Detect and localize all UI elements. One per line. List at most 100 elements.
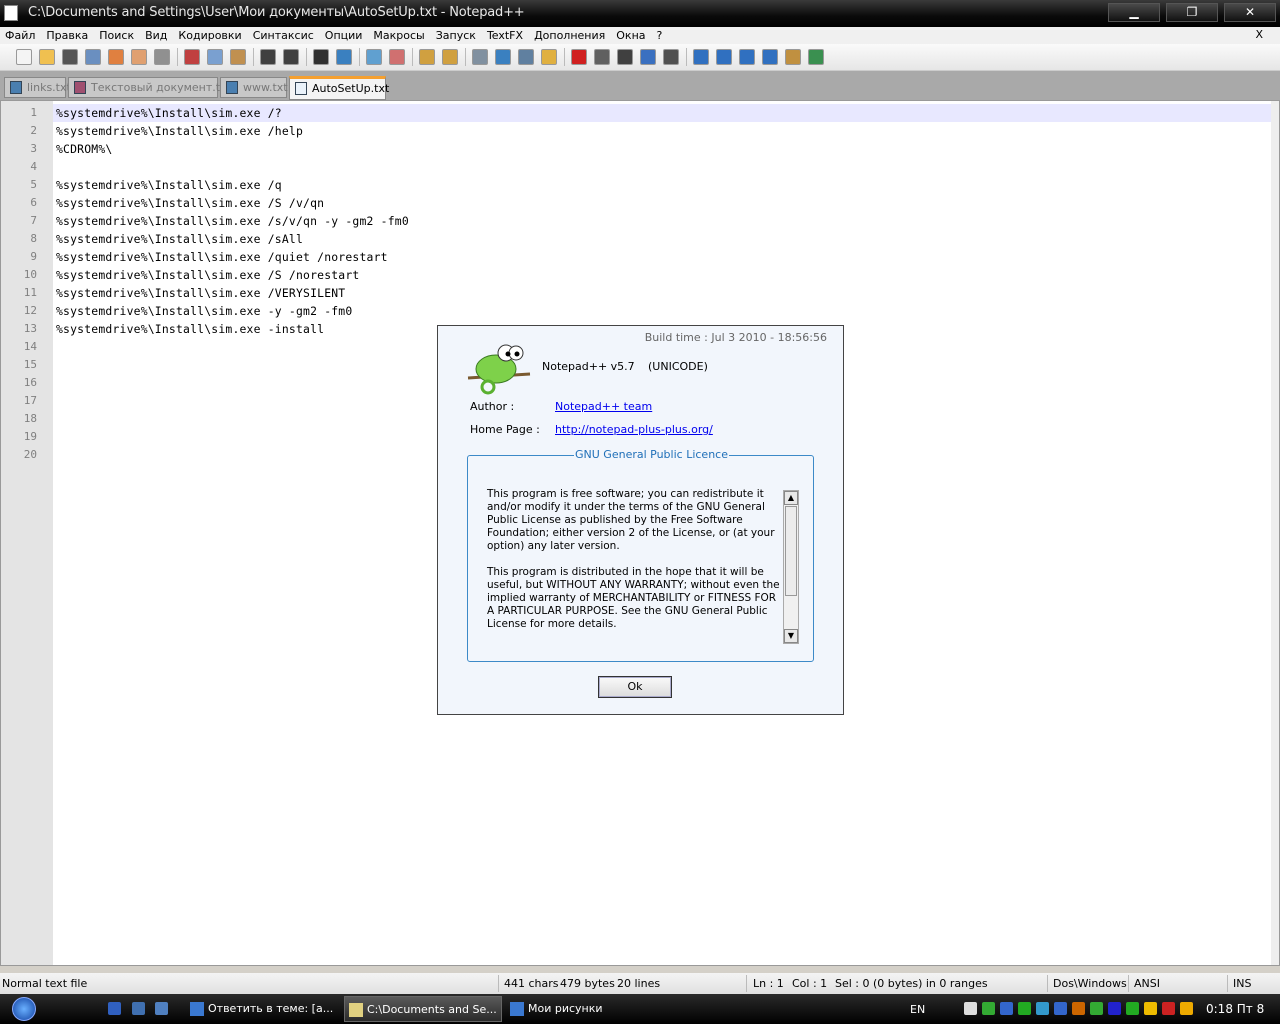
indent-guide-icon[interactable] (518, 49, 534, 65)
code-line[interactable]: %systemdrive%\Install\sim.exe /s/v/qn -y… (56, 212, 409, 230)
menu-run[interactable]: Запуск (436, 29, 476, 42)
code-line[interactable]: %CDROM%\ (56, 140, 112, 158)
replace-icon[interactable] (336, 49, 352, 65)
code-line[interactable]: %systemdrive%\Install\sim.exe /q (56, 176, 282, 194)
tab-www[interactable]: www.txt (220, 77, 288, 98)
code-line[interactable]: %systemdrive%\Install\sim.exe /S /v/qn (56, 194, 324, 212)
scroll-up-icon[interactable]: ▲ (784, 491, 798, 505)
tray-icon[interactable] (982, 1002, 995, 1015)
task-notepad[interactable]: C:\Documents and Se... (344, 996, 502, 1022)
menu-macro[interactable]: Макросы (373, 29, 424, 42)
find-icon[interactable] (313, 49, 329, 65)
menu-settings[interactable]: Опции (325, 29, 363, 42)
task-reply-topic[interactable]: Ответить в теме: [a... (186, 996, 338, 1022)
title-bar[interactable]: C:\Documents and Settings\User\Мои докум… (0, 0, 1280, 27)
tray-icon[interactable] (1000, 1002, 1013, 1015)
scroll-down-icon[interactable]: ▼ (784, 629, 798, 643)
language-indicator[interactable]: EN (910, 1003, 925, 1016)
undo-icon[interactable] (260, 49, 276, 65)
license-textarea[interactable]: This program is free software; you can r… (481, 488, 799, 645)
line-number: 10 (23, 268, 37, 281)
task-my-pictures[interactable]: Мои рисунки (506, 996, 656, 1022)
show-all-chars-icon[interactable] (495, 49, 511, 65)
play-macro-icon[interactable] (617, 49, 633, 65)
cut-icon[interactable] (184, 49, 200, 65)
menu-encoding[interactable]: Кодировки (178, 29, 241, 42)
tray-icon[interactable] (1108, 1002, 1121, 1015)
menu-file[interactable]: Файл (5, 29, 35, 42)
record-macro-icon[interactable] (571, 49, 587, 65)
code-line[interactable]: %systemdrive%\Install\sim.exe /S /norest… (56, 266, 359, 284)
code-line[interactable]: %systemdrive%\Install\sim.exe -y -gm2 -f… (56, 302, 352, 320)
homepage-link[interactable]: http://notepad-plus-plus.org/ (555, 423, 713, 436)
next-icon[interactable] (739, 49, 755, 65)
redo-icon[interactable] (283, 49, 299, 65)
tab-text-document[interactable]: Текстовый документ.txt (68, 77, 231, 98)
save-macro-icon[interactable] (663, 49, 679, 65)
close-button[interactable]: ✕ (1224, 3, 1276, 22)
quicklaunch-desktop-icon[interactable] (155, 1002, 168, 1015)
tab-links[interactable]: links.txt (4, 77, 71, 98)
menu-plugins[interactable]: Дополнения (534, 29, 605, 42)
print-icon[interactable] (154, 49, 170, 65)
tab-autosetup[interactable]: AutoSetUp.txt (289, 76, 389, 100)
spellcheck-icon[interactable] (808, 49, 824, 65)
tray-icon[interactable] (1036, 1002, 1049, 1015)
quicklaunch-save-icon[interactable] (108, 1002, 121, 1015)
unfold-all-icon[interactable] (762, 49, 778, 65)
menu-help[interactable]: ? (657, 29, 663, 42)
tray-icon[interactable] (1090, 1002, 1103, 1015)
sync-horizontal-icon[interactable] (442, 49, 458, 65)
license-scrollbar[interactable]: ▲ ▼ (783, 490, 799, 644)
new-file-icon[interactable] (16, 49, 32, 65)
menu-edit[interactable]: Правка (46, 29, 88, 42)
ok-button[interactable]: Ok (598, 676, 672, 698)
close-document-button[interactable]: X (1255, 28, 1263, 41)
start-button[interactable] (12, 997, 36, 1021)
open-file-icon[interactable] (39, 49, 55, 65)
code-line[interactable]: %systemdrive%\Install\sim.exe /VERYSILEN… (56, 284, 345, 302)
zoom-out-icon[interactable] (389, 49, 405, 65)
save-all-icon[interactable] (85, 49, 101, 65)
code-line[interactable]: %systemdrive%\Install\sim.exe /quiet /no… (56, 248, 388, 266)
code-line[interactable]: %systemdrive%\Install\sim.exe /help (56, 122, 303, 140)
tray-icon[interactable] (1144, 1002, 1157, 1015)
close-all-icon[interactable] (131, 49, 147, 65)
tray-icon[interactable] (1018, 1002, 1031, 1015)
code-line[interactable]: %systemdrive%\Install\sim.exe -install (56, 320, 324, 338)
copy-icon[interactable] (207, 49, 223, 65)
prev-icon[interactable] (716, 49, 732, 65)
save-icon[interactable] (62, 49, 78, 65)
tray-icon[interactable] (1054, 1002, 1067, 1015)
paste-icon[interactable] (230, 49, 246, 65)
menu-view[interactable]: Вид (145, 29, 167, 42)
menu-window[interactable]: Окна (616, 29, 645, 42)
author-link[interactable]: Notepad++ team (555, 400, 652, 413)
minimize-button[interactable]: ▁ (1108, 3, 1160, 22)
tray-icon[interactable] (1162, 1002, 1175, 1015)
stop-macro-icon[interactable] (594, 49, 610, 65)
user-language-icon[interactable] (541, 49, 557, 65)
quicklaunch-computer-icon[interactable] (132, 1002, 145, 1015)
maximize-button[interactable]: ❐ (1166, 3, 1218, 22)
fold-all-icon[interactable] (693, 49, 709, 65)
code-line[interactable]: %systemdrive%\Install\sim.exe /? (56, 104, 282, 122)
vertical-scrollbar[interactable] (1271, 101, 1279, 965)
menu-language[interactable]: Синтаксис (253, 29, 314, 42)
tray-icon[interactable] (1180, 1002, 1193, 1015)
word-wrap-icon[interactable] (472, 49, 488, 65)
menu-textfx[interactable]: TextFX (487, 29, 523, 42)
zoom-in-icon[interactable] (366, 49, 382, 65)
code-line[interactable]: %systemdrive%\Install\sim.exe /sAll (56, 230, 303, 248)
play-multiple-icon[interactable] (640, 49, 656, 65)
scroll-thumb[interactable] (785, 506, 797, 596)
clipboard-icon[interactable] (785, 49, 801, 65)
tray-icon[interactable] (1072, 1002, 1085, 1015)
tray-icon[interactable] (1126, 1002, 1139, 1015)
sync-vertical-icon[interactable] (419, 49, 435, 65)
menu-search[interactable]: Поиск (99, 29, 134, 42)
close-icon[interactable] (108, 49, 124, 65)
tray-icon[interactable] (964, 1002, 977, 1015)
task-label: C:\Documents and Se... (367, 1003, 497, 1016)
clock[interactable]: 0:18 Пт 8 (1206, 1002, 1264, 1016)
